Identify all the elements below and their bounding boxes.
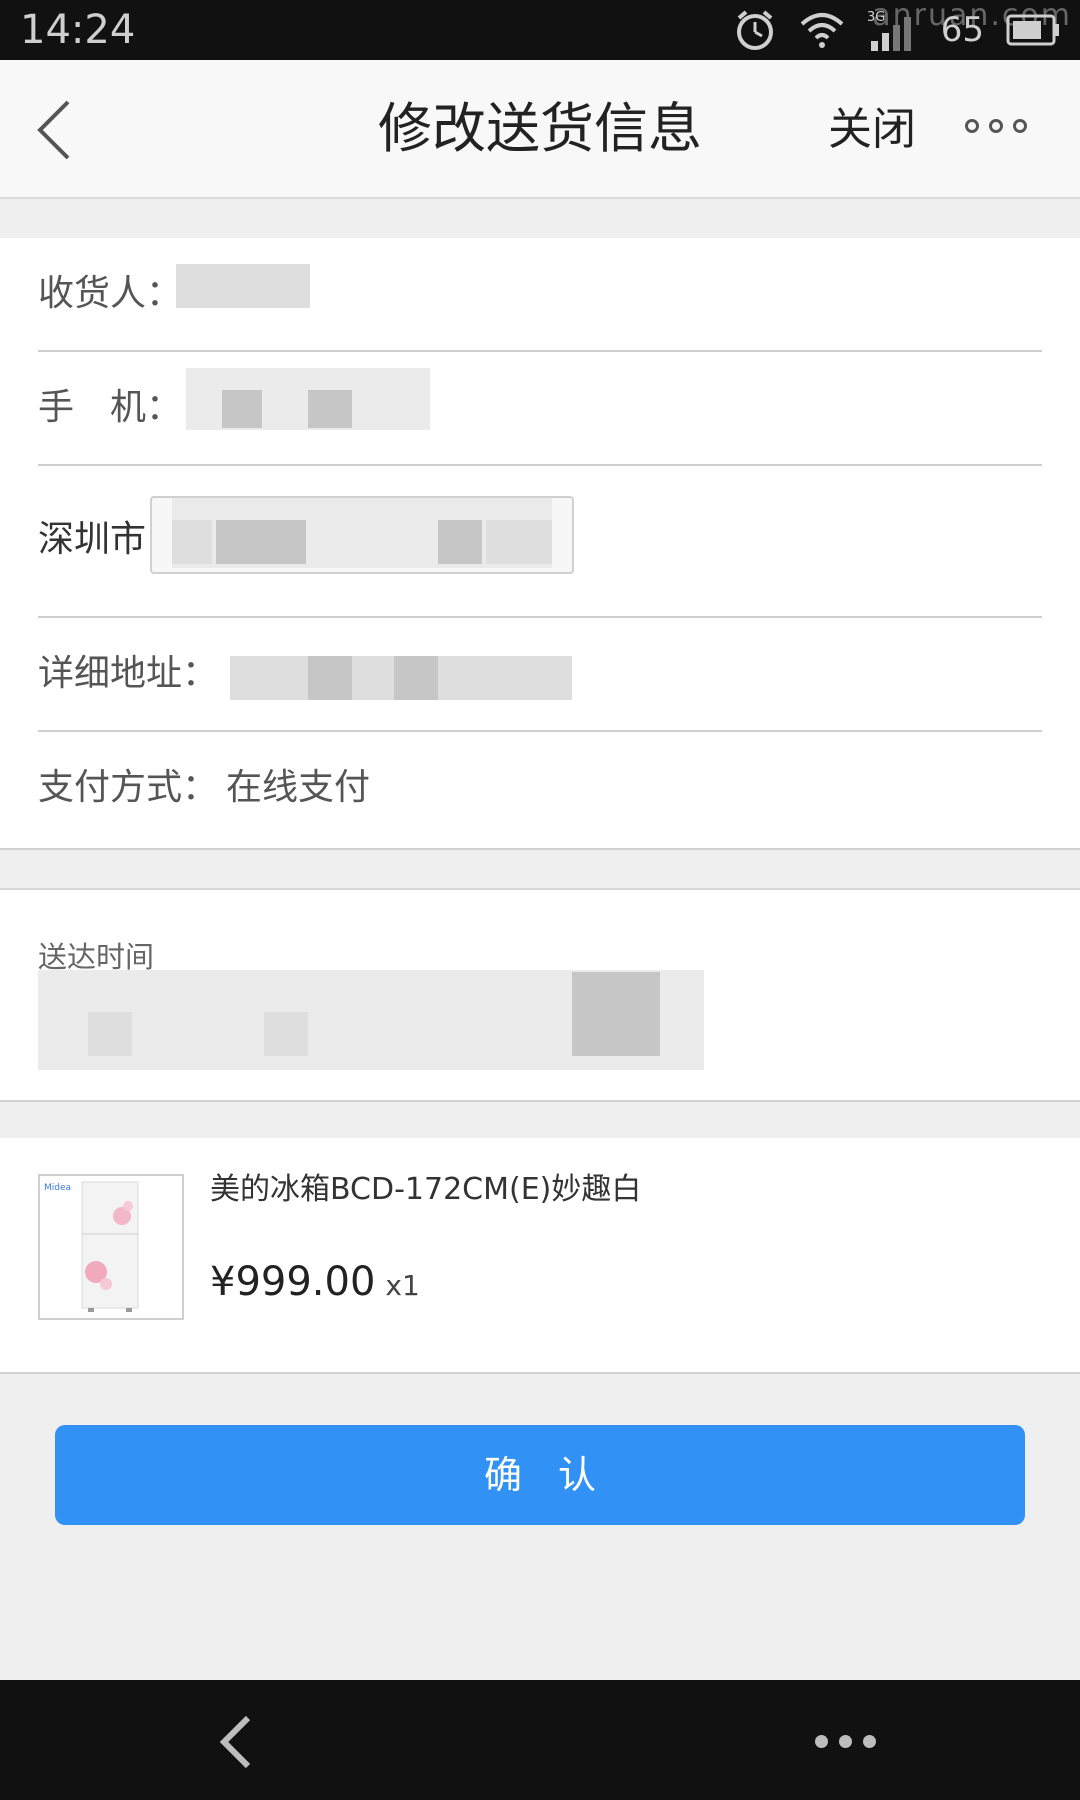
payment-row: 支付方式： 在线支付 [38,730,1042,848]
close-button[interactable]: 关闭 [828,104,916,156]
phone-label: 手 机： [38,387,183,428]
status-icons: 3G 65 [733,6,1060,54]
more-dots-icon [965,119,979,133]
battery-percent: 65 [940,10,984,50]
more-dots-icon [839,1735,852,1748]
confirm-button[interactable]: 确认 [55,1425,1025,1525]
more-dots-icon [1013,119,1027,133]
page-title: 修改送货信息 [378,97,702,160]
delivery-info-card: 收货人： 手 机： 深圳市 详细地址： 支付方式： 在线支付 [0,238,1080,850]
bottom-nav-bar [0,1680,1080,1800]
alarm-icon [733,8,777,52]
recipient-label: 收货人： [38,273,183,314]
product-quantity: x1 [385,1269,420,1302]
nav-bar: 修改送货信息 关闭 [0,60,1080,199]
more-dots-icon [989,119,1003,133]
status-time: 14:24 [20,7,136,53]
chevron-left-icon [219,1715,251,1769]
bottom-back-button[interactable] [218,1714,252,1774]
bottom-more-button[interactable] [815,1735,876,1748]
recipient-name-redacted [176,264,310,308]
address-row[interactable]: 详细地址： [38,616,1042,732]
address-label: 详细地址： [38,653,219,694]
payment-value: 在线支付 [226,767,371,808]
product-thumbnail: Midea [38,1174,184,1320]
status-bar: 14:24 anruan.com 3G 65 [0,0,1080,60]
payment-label: 支付方式： [38,767,219,808]
product-price: ¥999.00 [210,1259,376,1305]
signal-icon: 3G [867,9,919,51]
brand-logo: Midea [44,1183,71,1193]
recipient-row[interactable]: 收货人： [38,238,1042,352]
city-label: 深圳市 [38,519,147,560]
phone-row[interactable]: 手 机： [38,350,1042,466]
district-select[interactable] [150,496,574,574]
network-label: 3G [867,10,885,25]
product-price-line: ¥999.00 x1 [210,1258,420,1310]
wifi-icon [799,10,845,50]
battery-icon [1006,13,1060,47]
more-dots-icon [815,1735,828,1748]
product-card[interactable]: Midea 美的冰箱BCD-172CM(E)妙趣白 ¥999.00 x1 [0,1138,1080,1374]
more-dots-icon [863,1735,876,1748]
delivery-time-card[interactable]: 送达时间 [0,888,1080,1102]
city-row[interactable]: 深圳市 [38,464,1042,618]
more-button[interactable] [965,119,1027,133]
product-name: 美的冰箱BCD-172CM(E)妙趣白 [210,1172,642,1207]
